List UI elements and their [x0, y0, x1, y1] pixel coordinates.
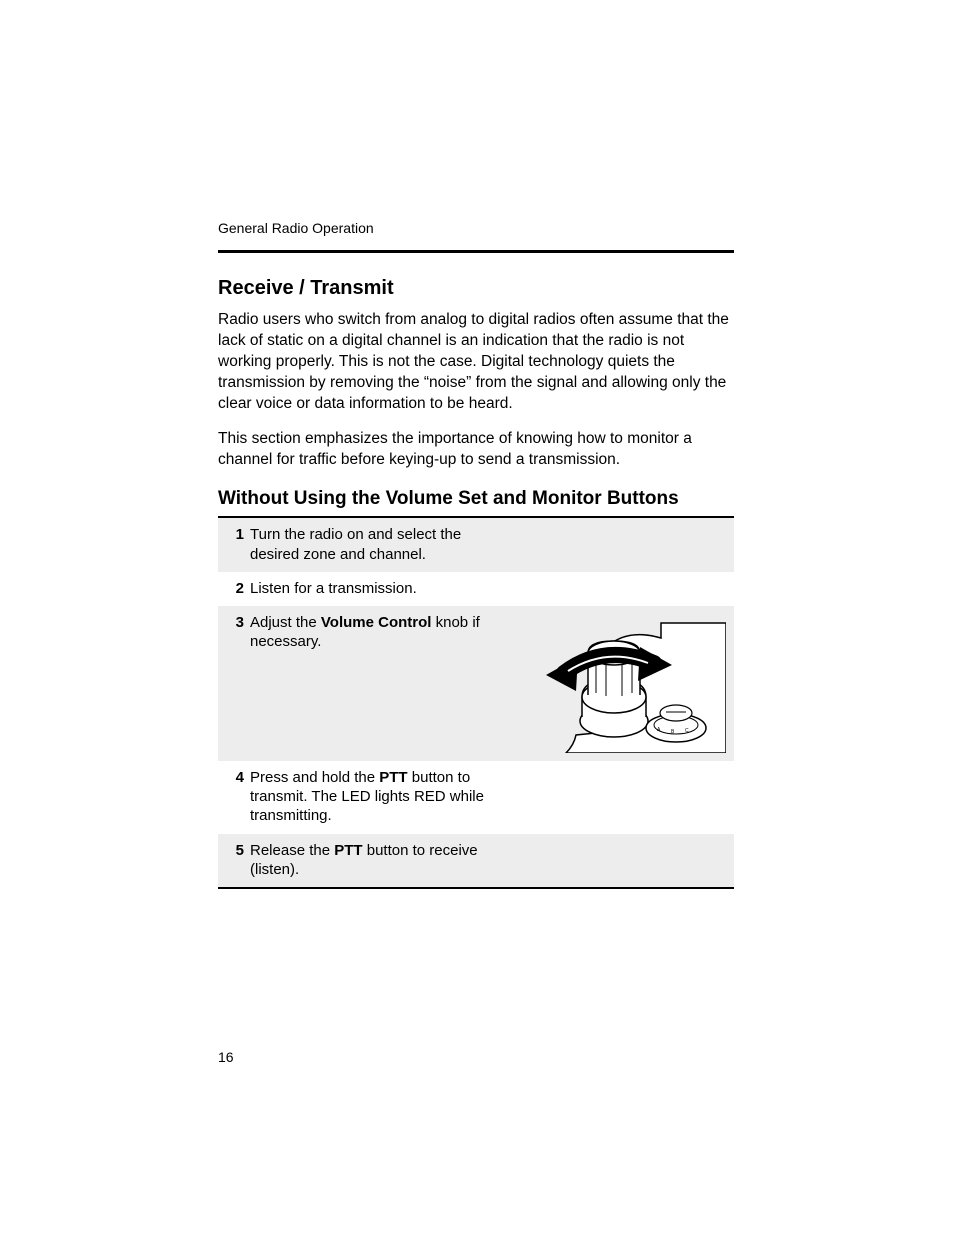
- step-text: Adjust the Volume Control knob if necess…: [250, 613, 486, 651]
- page-number: 16: [218, 1049, 234, 1065]
- paragraph-intro-1: Radio users who switch from analog to di…: [218, 310, 734, 415]
- step-row: 2 Listen for a transmission.: [218, 572, 734, 606]
- step-illustration: A B C: [486, 613, 726, 753]
- step-text: Press and hold the PTT button to transmi…: [250, 768, 486, 826]
- paragraph-intro-2: This section emphasizes the importance o…: [218, 429, 734, 471]
- page: General Radio Operation Receive / Transm…: [0, 0, 954, 1235]
- running-head: General Radio Operation: [218, 220, 734, 236]
- step-text: Release the PTT button to receive (liste…: [250, 841, 486, 879]
- step-number: 4: [224, 768, 250, 787]
- steps-table: 1 Turn the radio on and select the desir…: [218, 516, 734, 889]
- step-row: 4 Press and hold the PTT button to trans…: [218, 761, 734, 834]
- subsection-title-without-volume-monitor: Without Using the Volume Set and Monitor…: [218, 488, 734, 510]
- header-rule: [218, 250, 734, 253]
- step-number: 2: [224, 579, 250, 598]
- step-number: 3: [224, 613, 250, 632]
- section-title-receive-transmit: Receive / Transmit: [218, 277, 734, 300]
- step-row: 1 Turn the radio on and select the desir…: [218, 518, 734, 571]
- step-number: 1: [224, 525, 250, 544]
- step-number: 5: [224, 841, 250, 860]
- step-text: Listen for a transmission.: [250, 579, 486, 598]
- step-text: Turn the radio on and select the desired…: [250, 525, 486, 563]
- step-row: 5 Release the PTT button to receive (lis…: [218, 834, 734, 887]
- svg-text:C: C: [685, 728, 689, 734]
- volume-knob-icon: A B C: [526, 613, 726, 753]
- step-row: 3 Adjust the Volume Control knob if nece…: [218, 606, 734, 761]
